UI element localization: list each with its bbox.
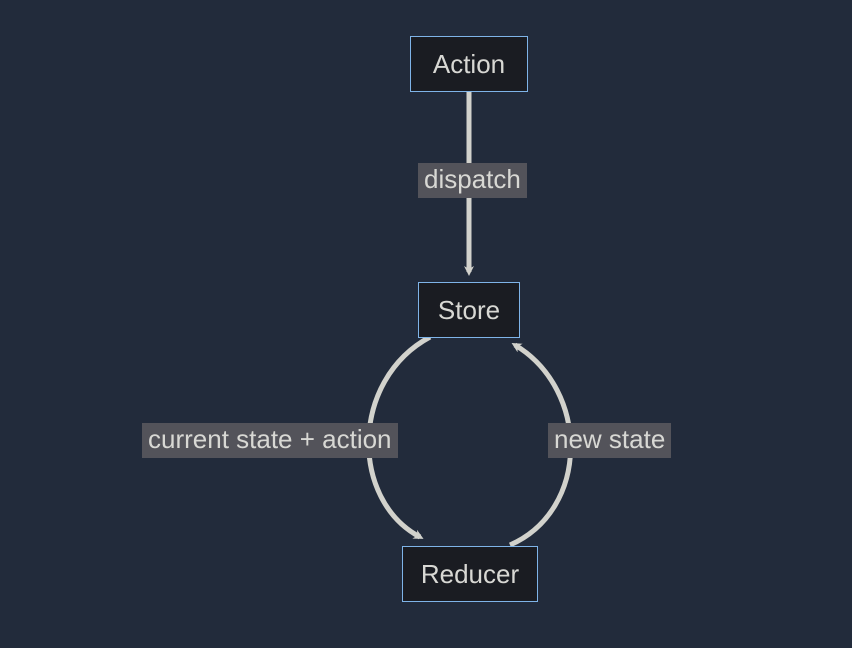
node-reducer: Reducer (402, 546, 538, 602)
edge-label-current-state-action: current state + action (142, 423, 398, 458)
diagram-canvas: Action Store Reducer dispatch current st… (0, 0, 852, 648)
node-store-label: Store (438, 295, 500, 326)
node-action-label: Action (433, 49, 505, 80)
node-action: Action (410, 36, 528, 92)
node-store: Store (418, 282, 520, 338)
edge-label-current-state-action-text: current state + action (148, 424, 392, 454)
edge-label-new-state: new state (548, 423, 671, 458)
edge-label-dispatch: dispatch (418, 163, 527, 198)
edge-label-dispatch-text: dispatch (424, 164, 521, 194)
node-reducer-label: Reducer (421, 559, 519, 590)
edge-label-new-state-text: new state (554, 424, 665, 454)
